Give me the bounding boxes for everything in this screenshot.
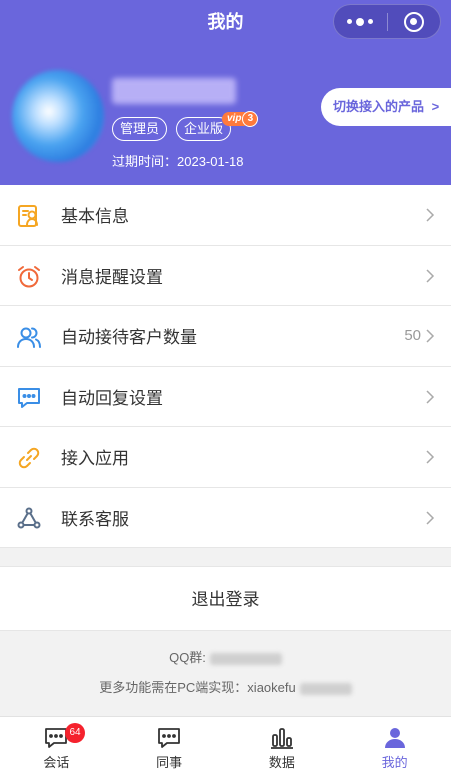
more-button[interactable] <box>334 5 387 38</box>
pc-account-blurred <box>299 682 352 695</box>
avatar[interactable] <box>12 70 104 162</box>
tab-data[interactable]: 数据 <box>226 717 339 773</box>
expire-date: 过期时间：2023-01-18 <box>112 153 244 171</box>
profile-card-icon <box>18 205 38 227</box>
bar-chart-icon <box>270 728 293 749</box>
menu-item-label: 基本信息 <box>61 207 129 227</box>
tab-conversations[interactable]: 64 会话 <box>0 717 113 773</box>
chevron-right-icon <box>426 208 435 222</box>
alarm-clock-icon <box>18 265 40 287</box>
menu-item-label: 自动接待客户数量 <box>61 328 197 348</box>
menu-item-auto-reception-count[interactable]: 自动接待客户数量 50 <box>0 306 451 367</box>
person-icon <box>384 728 405 748</box>
pc-feature-label: 更多功能需在PC端实现：xiaokefu <box>99 680 296 695</box>
logout-button[interactable]: 退出登录 <box>0 566 451 631</box>
chevron-right-icon <box>426 268 435 283</box>
chevron-right-icon <box>426 389 435 404</box>
unread-count-badge: 64 <box>65 723 85 743</box>
mini-program-capsule <box>333 4 441 39</box>
chevron-right-icon: > <box>431 99 440 114</box>
switch-product-label: 切换接入的产品 <box>333 99 425 114</box>
tab-label: 同事 <box>156 755 183 770</box>
more-dot-icon <box>347 19 353 24</box>
menu-item-label: 接入应用 <box>61 449 129 469</box>
settings-menu: 基本信息 消息提醒设置 自动接待客户数量 50 自动回复设置 接入应用 联系客服 <box>0 185 451 548</box>
users-icon <box>17 327 41 348</box>
tab-me[interactable]: 我的 <box>338 717 451 773</box>
menu-item-label: 联系客服 <box>61 509 129 529</box>
pc-feature-note: 更多功能需在PC端实现：xiaokefu <box>0 677 451 696</box>
qq-group-number-blurred <box>209 652 282 665</box>
menu-item-label: 消息提醒设置 <box>61 267 163 287</box>
expire-label: 过期时间： <box>112 154 178 169</box>
expire-value: 2023-01-18 <box>177 154 244 169</box>
menu-item-notification-settings[interactable]: 消息提醒设置 <box>0 246 451 306</box>
vip-level: 3 <box>242 111 259 127</box>
target-icon <box>403 11 424 32</box>
close-program-button[interactable] <box>387 5 440 38</box>
menu-item-label: 自动回复设置 <box>61 388 163 408</box>
more-dot-icon <box>368 19 374 24</box>
tab-label: 会话 <box>43 755 70 770</box>
qq-group-label: QQ群: <box>169 650 206 665</box>
tab-colleagues[interactable]: 同事 <box>113 717 226 773</box>
link-icon <box>18 447 40 469</box>
menu-item-contact-support[interactable]: 联系客服 <box>0 488 451 548</box>
chat-bubble-icon <box>18 387 40 408</box>
menu-item-connected-apps[interactable]: 接入应用 <box>0 427 451 488</box>
reception-count-value: 50 <box>404 327 421 345</box>
user-name-blurred <box>112 78 236 104</box>
qq-group-info: QQ群: <box>0 647 451 666</box>
tab-label: 我的 <box>381 755 408 770</box>
bottom-tab-bar: 64 会话 同事 数据 我的 <box>0 716 451 773</box>
chevron-right-icon <box>426 329 435 343</box>
chevron-right-icon <box>426 510 435 525</box>
service-icon <box>17 507 41 528</box>
tab-label: 数据 <box>268 755 295 770</box>
vip-level-badge: vip 3 <box>222 111 259 127</box>
message-icon <box>158 728 181 748</box>
chevron-right-icon <box>426 450 435 464</box>
role-badge: 管理员 <box>112 117 168 141</box>
more-dot-icon <box>356 17 365 26</box>
menu-item-auto-reply-settings[interactable]: 自动回复设置 <box>0 367 451 427</box>
switch-product-button[interactable]: 切换接入的产品 > <box>321 88 451 126</box>
menu-item-basic-info[interactable]: 基本信息 <box>0 185 451 246</box>
profile-header: 我的 管理员 企业版 vip 3 过期时间：2023-01-18 切换接入的产品… <box>0 0 451 185</box>
